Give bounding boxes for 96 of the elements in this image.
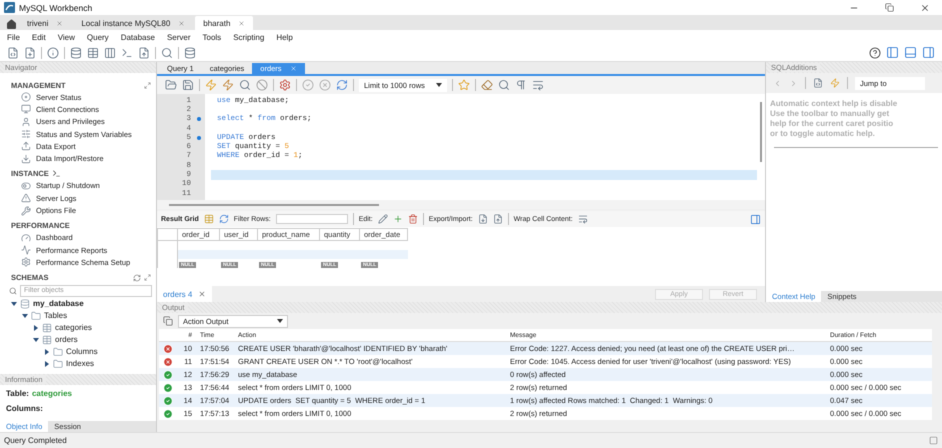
import-icon[interactable] [492, 214, 503, 224]
collapse-arrow-icon[interactable] [11, 300, 17, 307]
edit-icon[interactable] [378, 214, 388, 224]
expand-icon[interactable] [144, 82, 151, 88]
connection-tab[interactable]: bharath [195, 16, 254, 30]
gear-icon[interactable] [279, 79, 291, 91]
wrench-icon[interactable] [21, 206, 31, 216]
refresh-icon[interactable] [133, 274, 141, 282]
info-label: Table: [6, 388, 29, 398]
selected-cell[interactable] [178, 250, 220, 258]
database-icon[interactable] [70, 46, 82, 58]
panel-bottom-icon[interactable] [904, 46, 917, 59]
save-icon[interactable] [182, 79, 194, 91]
filter-field[interactable] [276, 214, 348, 224]
search-icon[interactable] [161, 46, 173, 58]
help-text: help for the current caret positio [770, 119, 894, 129]
info-label: Columns: [6, 404, 43, 413]
tree-item[interactable]: orders [55, 335, 78, 344]
monitor-icon[interactable] [21, 104, 31, 114]
menu-item[interactable]: Database [120, 32, 155, 42]
table-icon[interactable] [87, 46, 99, 58]
caret-icon [436, 83, 442, 87]
expand-arrow-icon[interactable] [44, 360, 50, 367]
wrap-icon[interactable] [578, 214, 588, 224]
menu-item[interactable]: Scripting [233, 32, 264, 42]
eraser-icon[interactable] [481, 79, 493, 91]
gear-icon[interactable] [21, 257, 31, 268]
tree-item[interactable]: Indexes [66, 359, 94, 368]
copy-icon[interactable] [163, 316, 173, 326]
refresh-icon[interactable] [218, 214, 229, 224]
stop-icon[interactable] [256, 79, 268, 91]
panel-right-icon[interactable] [922, 46, 935, 59]
tree-item[interactable]: categories [55, 323, 92, 332]
restore-icon[interactable] [885, 2, 894, 12]
upload-icon[interactable] [21, 141, 31, 152]
window-title: MySQL Workbench [19, 2, 92, 12]
delete-row-icon[interactable] [408, 214, 418, 224]
download-icon[interactable] [21, 154, 31, 164]
star-icon[interactable] [458, 79, 470, 91]
refresh-icon[interactable] [336, 79, 348, 91]
close-icon[interactable] [920, 2, 930, 12]
sliders-icon[interactable] [21, 129, 31, 140]
search-icon[interactable] [498, 79, 510, 91]
gauge-icon[interactable] [21, 232, 31, 243]
help-text: Use the toolbar to manually get [770, 109, 890, 119]
file-plus-icon[interactable] [24, 46, 36, 58]
result-tab[interactable]: orders 4 [157, 286, 212, 302]
menu-item[interactable]: Edit [32, 32, 46, 42]
menu-item[interactable]: File [7, 32, 20, 42]
menu-item[interactable]: View [58, 32, 75, 42]
tree-item[interactable]: Tables [44, 311, 68, 320]
panel-left-icon[interactable] [886, 46, 899, 59]
pilcrow-icon[interactable] [515, 79, 527, 91]
search-icon[interactable] [239, 79, 251, 91]
panel-icon[interactable] [929, 436, 938, 445]
expand-arrow-icon[interactable] [44, 348, 50, 355]
panel-right-icon[interactable] [750, 214, 761, 224]
help-icon[interactable] [869, 46, 881, 58]
warning-icon[interactable] [21, 193, 31, 204]
terminal-icon[interactable] [52, 169, 61, 178]
collapse-arrow-icon[interactable] [22, 312, 28, 319]
help-text: or to toggle automatic help. [770, 129, 876, 139]
lightning-icon[interactable] [222, 79, 234, 91]
help-text: Automatic context help is disable [770, 99, 898, 109]
info-icon[interactable] [47, 46, 59, 58]
sql-file-icon[interactable] [7, 46, 19, 58]
disc-icon[interactable] [21, 92, 31, 102]
tree-item[interactable]: my_database [33, 299, 84, 308]
database-icon[interactable] [184, 46, 196, 58]
switch-icon[interactable] [21, 180, 31, 191]
menu-item[interactable]: Query [86, 32, 109, 42]
columns-icon[interactable] [104, 46, 116, 58]
caret-icon [277, 319, 283, 323]
menu-item[interactable]: Tools [202, 32, 222, 42]
expand-icon[interactable] [144, 274, 151, 282]
scroll-thumb[interactable] [169, 204, 379, 206]
scroll-thumb[interactable] [760, 102, 762, 162]
close-icon[interactable] [198, 290, 206, 298]
info-value: categories [32, 388, 72, 398]
tree-item[interactable]: Columns [66, 347, 98, 356]
wrap-icon[interactable] [532, 79, 544, 91]
add-row-icon[interactable] [392, 214, 403, 224]
home-icon[interactable] [6, 19, 17, 30]
export-icon[interactable] [478, 214, 488, 224]
activity-icon[interactable] [21, 245, 31, 256]
search-icon[interactable] [9, 286, 17, 295]
file-up-icon[interactable] [138, 46, 150, 58]
user-icon[interactable] [21, 116, 31, 127]
collapse-arrow-icon[interactable] [33, 336, 39, 343]
status-text: Query Completed [4, 436, 67, 445]
folder-icon[interactable] [165, 79, 177, 91]
menu-item[interactable]: Server [166, 32, 190, 42]
menu-item[interactable]: Help [276, 32, 293, 42]
grid-icon[interactable] [204, 214, 214, 224]
help-file-icon[interactable] [813, 78, 823, 88]
expand-arrow-icon[interactable] [33, 324, 39, 331]
